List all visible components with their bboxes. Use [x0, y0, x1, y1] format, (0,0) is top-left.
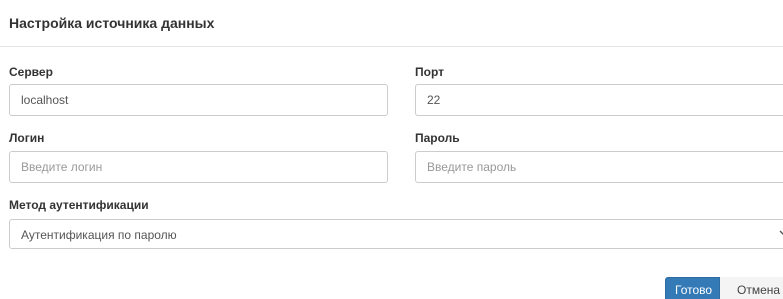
auth-method-label: Метод аутентификации [9, 198, 149, 212]
auth-method-selected-value: Аутентификация по паролю [21, 228, 177, 242]
data-source-settings-dialog: Настройка источника данных Сервер Порт Л… [0, 0, 783, 299]
done-button[interactable]: Готово [665, 277, 720, 299]
cancel-button[interactable]: Отмена [720, 277, 783, 299]
server-input[interactable] [9, 84, 388, 116]
login-label: Логин [9, 131, 45, 145]
password-input[interactable] [415, 151, 783, 183]
dialog-header: Настройка источника данных [0, 0, 783, 47]
server-label: Сервер [9, 65, 53, 79]
chevron-down-icon [779, 230, 783, 235]
port-label: Порт [415, 65, 445, 79]
login-input[interactable] [9, 151, 388, 183]
password-label: Пароль [415, 131, 460, 145]
dialog-title: Настройка источника данных [9, 15, 215, 31]
port-input[interactable] [415, 84, 783, 116]
auth-method-select[interactable]: Аутентификация по паролю [9, 219, 783, 249]
